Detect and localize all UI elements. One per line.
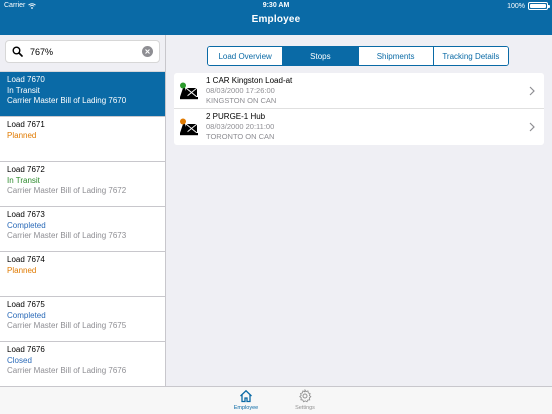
load-title: Load 7672 (7, 165, 45, 174)
tab-settings-label: Settings (295, 405, 315, 411)
load-status: In Transit (7, 175, 40, 185)
load-title: Load 7675 (7, 300, 45, 309)
load-status: Closed (7, 355, 32, 365)
load-title: Load 7671 (7, 120, 45, 129)
detail-tabs: Load Overview Stops Shipments Tracking Deta… (207, 46, 509, 66)
chevron-right-icon (529, 86, 535, 96)
list-item[interactable]: Load 7673 Completed Carrier Master Bill of… (0, 207, 165, 252)
load-title: Load 7673 (7, 210, 45, 219)
load-list-panel: Load 7670In TransitCarrier Master Bill o… (0, 35, 166, 386)
page-title: Employee (251, 14, 301, 25)
stop-location: TORONTO ON CAN (206, 132, 275, 141)
clear-icon[interactable] (142, 46, 153, 57)
gear-icon (299, 389, 312, 403)
battery-percent: 100% (507, 2, 525, 10)
stop-location: KINGSTON ON CAN (206, 96, 277, 105)
list-item[interactable]: Load 7674 Planned (0, 252, 165, 297)
stops-list: 1 CAR Kingston Load-at 08/03/2000 17:26:0… (174, 73, 544, 145)
list-item[interactable]: Load 7676 Closed Carrier Master Bill of La… (0, 342, 165, 386)
list-item[interactable]: Load 7671 Planned (0, 117, 165, 162)
search-bar (0, 35, 165, 72)
tab-shipments[interactable]: Shipments (358, 47, 434, 65)
stop-title: 2 PURGE-1 Hub (206, 112, 266, 121)
clock: 9:30 AM (262, 2, 290, 9)
search-icon (10, 45, 24, 59)
load-description: Carrier Master Bill of Lading 7675 (7, 321, 127, 330)
load-description: Carrier Master Bill of Lading 7672 (7, 186, 127, 195)
top-bar: Carrier 9:30 AM 100% Employee (0, 0, 552, 35)
stop-location-icon (180, 118, 198, 136)
list-item[interactable]: Load 7672 In Transit Carrier Master Bill o… (0, 162, 165, 207)
stop-title: 1 CAR Kingston Load-at (206, 76, 293, 85)
stop-row[interactable]: 1 CAR Kingston Load-at 08/03/2000 17:26:0… (174, 73, 544, 109)
tab-employee[interactable]: Employee (226, 389, 266, 411)
tab-load-overview[interactable]: Load Overview (208, 47, 284, 65)
load-status: Completed (7, 310, 46, 320)
load-status: Completed (7, 220, 46, 230)
load-title: Load 7674 (7, 255, 45, 264)
load-description: Carrier Master Bill of Lading 7673 (7, 231, 127, 240)
stop-row[interactable]: 2 PURGE-1 Hub 08/03/2000 20:11:00 TORONTO … (174, 109, 544, 145)
load-status: Planned (7, 130, 37, 140)
load-status: Planned (7, 265, 37, 275)
tab-settings[interactable]: Settings (285, 389, 325, 411)
load-list: Load 7670 In Transit Carrier Master Bill o… (0, 72, 165, 386)
tab-tracking-details[interactable]: Tracking Details (433, 47, 508, 65)
load-description: Carrier Master Bill of Lading 7670 (7, 96, 127, 105)
search-field[interactable] (5, 40, 160, 63)
stop-datetime: 08/03/2000 17:26:00 (206, 86, 275, 95)
stop-info: 2 PURGE-1 Hub 08/03/2000 20:11:00 TORONTO … (206, 112, 274, 142)
home-icon (240, 389, 252, 403)
battery-icon (528, 2, 550, 10)
chevron-right-icon (529, 122, 535, 132)
stop-info: 1 CAR Kingston Load-at 08/03/2000 17:26:0… (206, 76, 292, 106)
battery-indicator: 100% (507, 2, 550, 10)
detail-panel: Load Overview Stops Shipments Tracking Deta… (166, 35, 552, 386)
load-title: Load 7670 (7, 75, 45, 84)
load-description: Carrier Master Bill of Lading 7676 (7, 366, 127, 375)
stop-datetime: 08/03/2000 20:11:00 (206, 122, 275, 131)
load-title: Load 7676 (7, 345, 45, 354)
stop-location-icon (180, 82, 198, 100)
list-item[interactable]: Load 7675 Completed Carrier Master Bill of… (0, 297, 165, 342)
status-bar: Carrier 9:30 AM 100% (0, 0, 552, 12)
list-item[interactable]: Load 7670 In Transit Carrier Master Bill o… (0, 72, 165, 117)
search-input[interactable] (30, 46, 130, 57)
tab-employee-label: Employee (233, 405, 259, 411)
tab-stops[interactable]: Stops (283, 47, 359, 65)
tab-bar: Employee Settings (0, 386, 552, 414)
load-status: In Transit (7, 85, 40, 95)
